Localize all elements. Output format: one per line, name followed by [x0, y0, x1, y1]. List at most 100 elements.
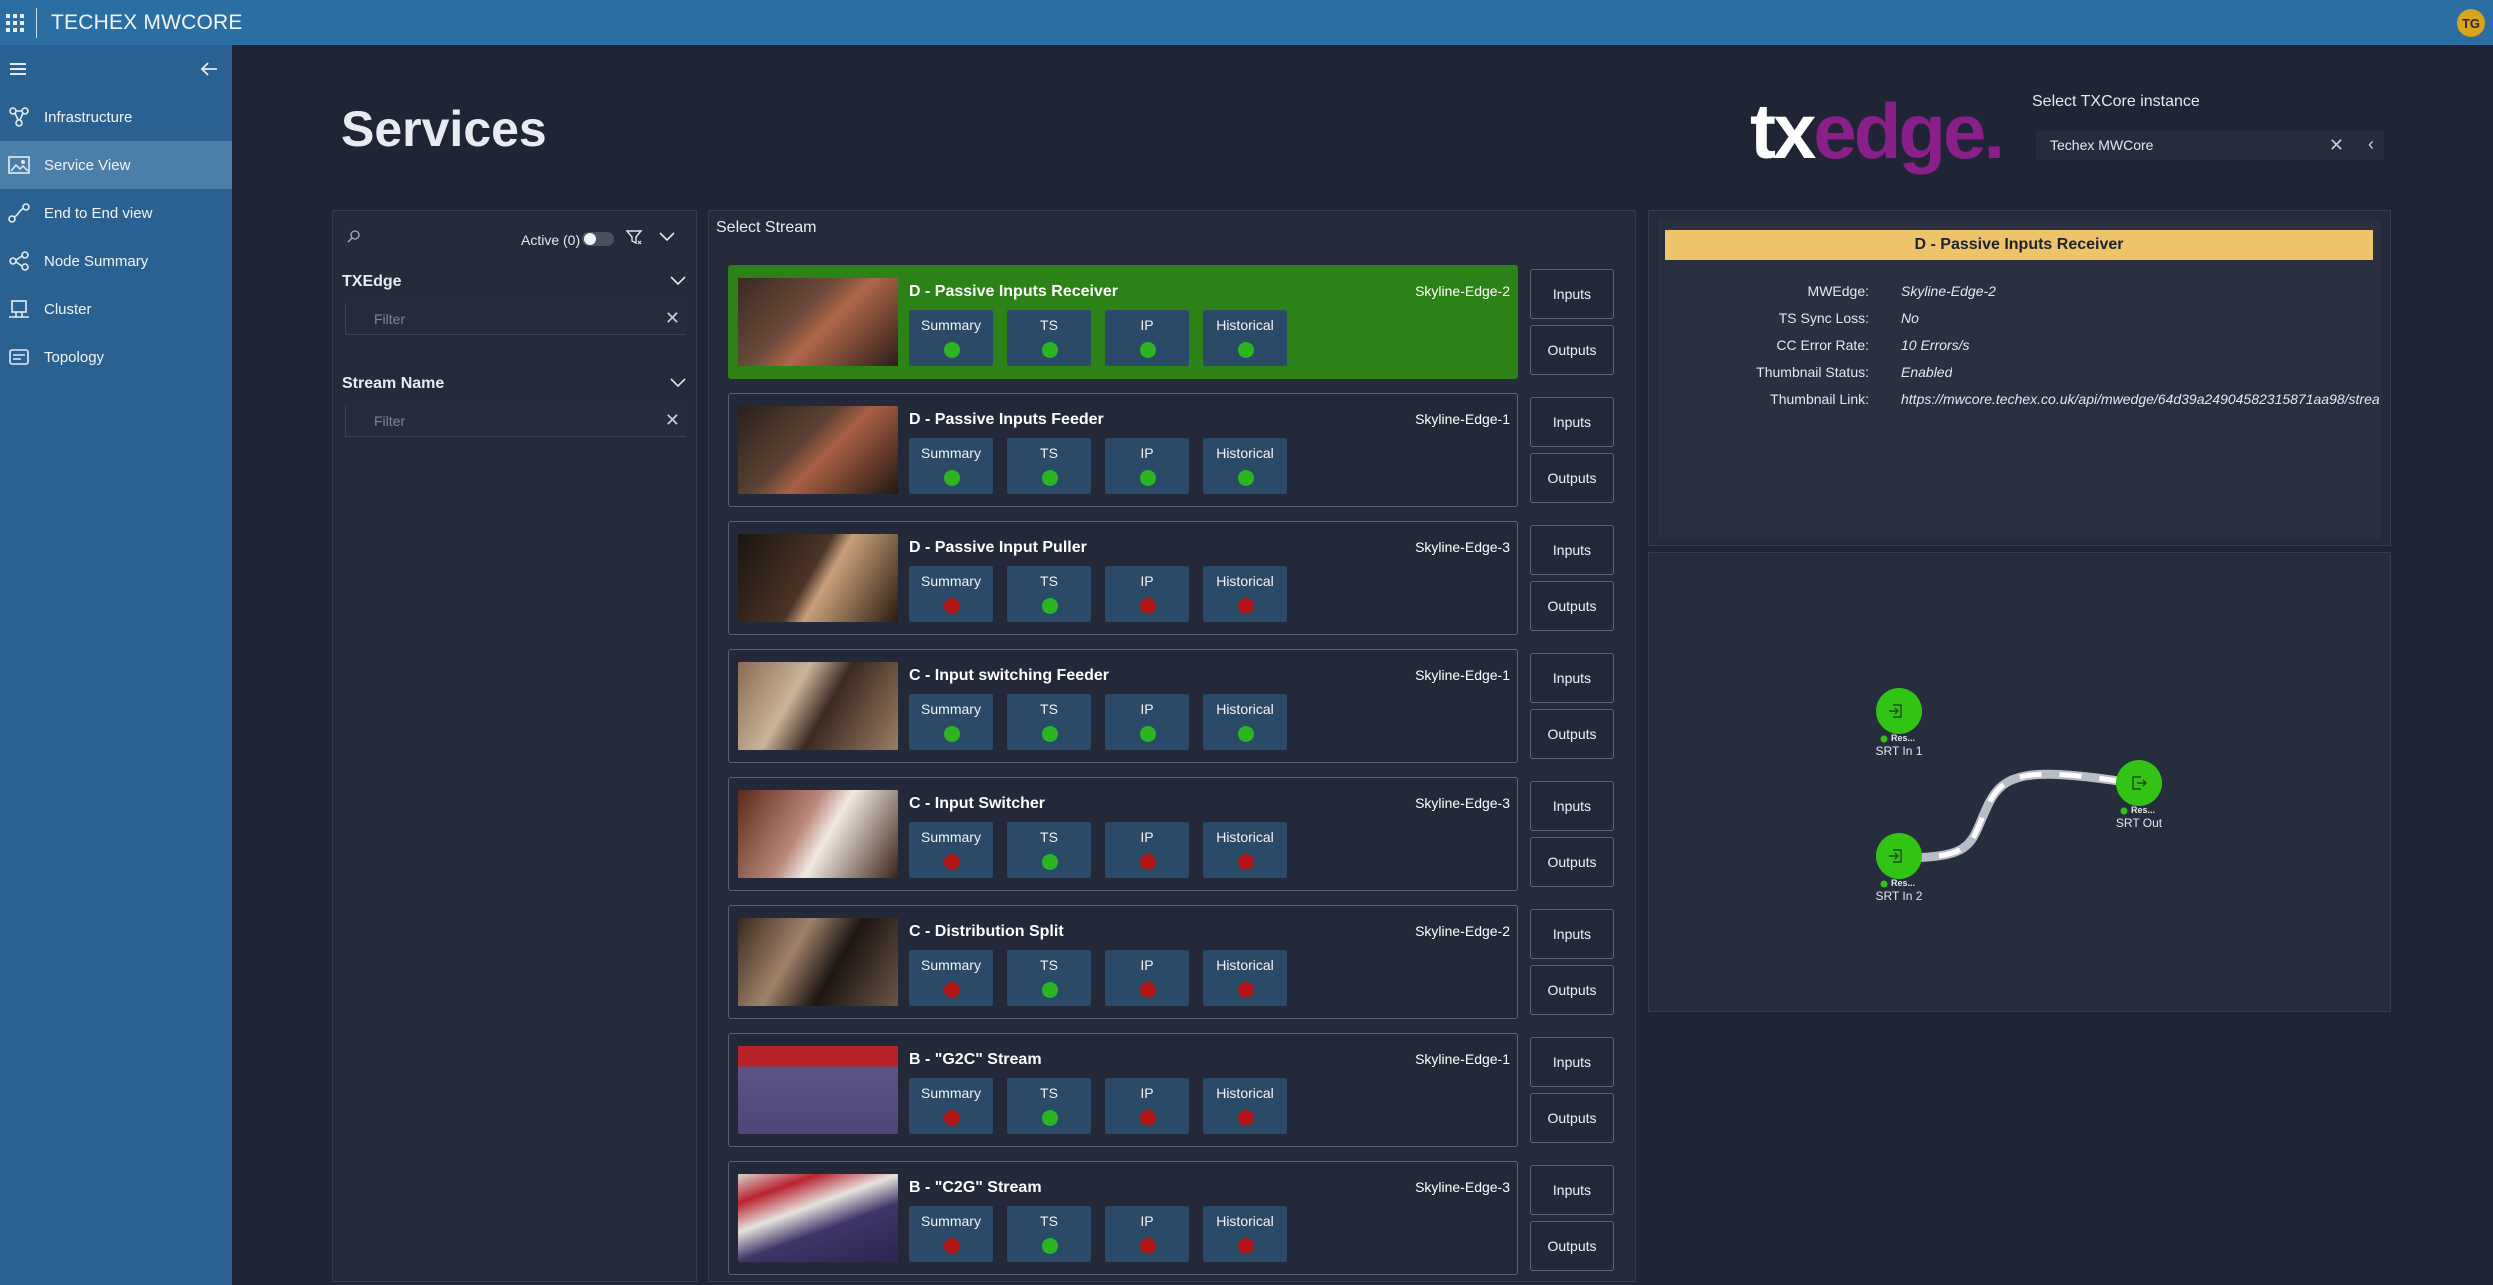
stream-card[interactable]: C - Distribution Split Skyline-Edge-2 Summ…	[728, 905, 1518, 1019]
outputs-button[interactable]: Outputs	[1530, 709, 1614, 759]
inputs-button[interactable]: Inputs	[1530, 397, 1614, 447]
top-bar: TECHEX MWCORE TG	[0, 0, 2493, 45]
status-indicator	[944, 598, 960, 614]
inputs-button[interactable]: Inputs	[1530, 653, 1614, 703]
status-indicator	[1042, 1110, 1058, 1126]
outputs-button[interactable]: Outputs	[1530, 453, 1614, 503]
outputs-button[interactable]: Outputs	[1530, 965, 1614, 1015]
clear-icon[interactable]: ✕	[665, 410, 680, 431]
stream-card[interactable]: C - Input switching Feeder Skyline-Edge-1…	[728, 649, 1518, 763]
metric-ip[interactable]: IP	[1105, 694, 1189, 750]
metric-ip[interactable]: IP	[1105, 1078, 1189, 1134]
sidebar-item-end-to-end-view[interactable]: End to End view	[0, 189, 232, 237]
txedge-filter-input[interactable]: Filter ✕	[345, 303, 686, 335]
metric-ip[interactable]: IP	[1105, 566, 1189, 622]
stream-graph	[1876, 688, 2162, 888]
chevron-down-icon[interactable]	[659, 229, 675, 247]
metric-historical[interactable]: Historical	[1203, 310, 1287, 366]
inputs-button[interactable]: Inputs	[1530, 1037, 1614, 1087]
metric-summary[interactable]: Summary	[909, 1206, 993, 1262]
metric-ts[interactable]: TS	[1007, 822, 1091, 878]
metric-historical[interactable]: Historical	[1203, 694, 1287, 750]
outputs-button[interactable]: Outputs	[1530, 837, 1614, 887]
stream-name-filter-header[interactable]: Stream Name	[333, 369, 696, 399]
metric-ts[interactable]: TS	[1007, 694, 1091, 750]
instance-select[interactable]: Techex MWCore ✕ ‹	[2036, 130, 2384, 160]
metric-ip[interactable]: IP	[1105, 438, 1189, 494]
status-indicator	[1042, 854, 1058, 870]
inputs-button[interactable]: Inputs	[1530, 1165, 1614, 1215]
app-launcher-icon[interactable]	[0, 0, 30, 45]
metric-ip[interactable]: IP	[1105, 950, 1189, 1006]
sidebar-item-infrastructure[interactable]: Infrastructure	[0, 93, 232, 141]
stream-card[interactable]: B - "G2C" Stream Skyline-Edge-1 Summary TS I…	[728, 1033, 1518, 1147]
details-panel: D - Passive Inputs Receiver MWEdge: Skyli…	[1648, 210, 2391, 546]
metric-summary[interactable]: Summary	[909, 1078, 993, 1134]
sidebar-item-service-view[interactable]: Service View	[0, 141, 232, 189]
metric-label: Summary	[921, 573, 981, 589]
metric-ts[interactable]: TS	[1007, 310, 1091, 366]
metric-summary[interactable]: Summary	[909, 566, 993, 622]
txedge-filter-header[interactable]: TXEdge	[333, 267, 696, 297]
metric-ip[interactable]: IP	[1105, 310, 1189, 366]
inputs-button[interactable]: Inputs	[1530, 781, 1614, 831]
metric-ip[interactable]: IP	[1105, 822, 1189, 878]
detail-value[interactable]: https://mwcore.techex.co.uk/api/mwedge/6…	[1901, 391, 2379, 407]
sidebar-item-node-summary[interactable]: Node Summary	[0, 237, 232, 285]
metric-summary[interactable]: Summary	[909, 694, 993, 750]
clear-icon[interactable]: ✕	[665, 308, 680, 329]
metric-ts[interactable]: TS	[1007, 438, 1091, 494]
metric-historical[interactable]: Historical	[1203, 1206, 1287, 1262]
outputs-button[interactable]: Outputs	[1530, 325, 1614, 375]
status-indicator	[1042, 342, 1058, 358]
stream-card[interactable]: D - Passive Input Puller Skyline-Edge-3 Su…	[728, 521, 1518, 635]
metric-summary[interactable]: Summary	[909, 310, 993, 366]
metric-ts[interactable]: TS	[1007, 1206, 1091, 1262]
outputs-button[interactable]: Outputs	[1530, 1221, 1614, 1271]
stream-card[interactable]: D - Passive Inputs Receiver Skyline-Edge-…	[728, 265, 1518, 379]
hamburger-menu-icon[interactable]	[10, 63, 26, 75]
metric-summary[interactable]: Summary	[909, 438, 993, 494]
filter-funnel-icon[interactable]	[625, 228, 643, 251]
stream-card[interactable]: D - Passive Inputs Feeder Skyline-Edge-1 S…	[728, 393, 1518, 507]
chevron-left-icon[interactable]: ‹	[2368, 134, 2374, 155]
inputs-button[interactable]: Inputs	[1530, 525, 1614, 575]
sidebar-item-topology[interactable]: Topology	[0, 333, 232, 381]
metric-label: Historical	[1216, 701, 1274, 717]
metric-historical[interactable]: Historical	[1203, 438, 1287, 494]
detail-key: CC Error Rate:	[1776, 337, 1869, 353]
status-indicator	[1238, 726, 1254, 742]
chevron-down-icon[interactable]	[670, 375, 686, 393]
chevron-down-icon[interactable]	[670, 273, 686, 291]
metric-summary[interactable]: Summary	[909, 822, 993, 878]
metric-label: TS	[1040, 1085, 1058, 1101]
search-icon[interactable]	[347, 229, 361, 248]
outputs-button[interactable]: Outputs	[1530, 581, 1614, 631]
collapse-arrow-icon[interactable]	[200, 61, 218, 77]
metric-ts[interactable]: TS	[1007, 566, 1091, 622]
metric-label: TS	[1040, 573, 1058, 589]
sidebar-item-cluster[interactable]: Cluster	[0, 285, 232, 333]
detail-row: Thumbnail Link: https://mwcore.techex.co.…	[1658, 391, 2381, 413]
metric-ts[interactable]: TS	[1007, 950, 1091, 1006]
metric-historical[interactable]: Historical	[1203, 822, 1287, 878]
metric-historical[interactable]: Historical	[1203, 566, 1287, 622]
stream-name: D - Passive Input Puller	[909, 539, 1087, 556]
detail-value: 10 Errors/s	[1901, 337, 1970, 353]
stream-row: D - Passive Inputs Feeder Skyline-Edge-1 S…	[728, 393, 1618, 507]
outputs-button[interactable]: Outputs	[1530, 1093, 1614, 1143]
inputs-button[interactable]: Inputs	[1530, 269, 1614, 319]
stream-card[interactable]: C - Input Switcher Skyline-Edge-3 Summary T…	[728, 777, 1518, 891]
clear-icon[interactable]: ✕	[2329, 135, 2344, 156]
metric-label: Historical	[1216, 1085, 1274, 1101]
user-avatar[interactable]: TG	[2457, 9, 2485, 37]
metric-summary[interactable]: Summary	[909, 950, 993, 1006]
active-toggle[interactable]	[582, 232, 614, 246]
metric-ts[interactable]: TS	[1007, 1078, 1091, 1134]
stream-card[interactable]: B - "C2G" Stream Skyline-Edge-3 Summary TS I…	[728, 1161, 1518, 1275]
inputs-button[interactable]: Inputs	[1530, 909, 1614, 959]
metric-ip[interactable]: IP	[1105, 1206, 1189, 1262]
metric-historical[interactable]: Historical	[1203, 950, 1287, 1006]
stream-name-filter-input[interactable]: Filter ✕	[345, 405, 686, 437]
metric-historical[interactable]: Historical	[1203, 1078, 1287, 1134]
